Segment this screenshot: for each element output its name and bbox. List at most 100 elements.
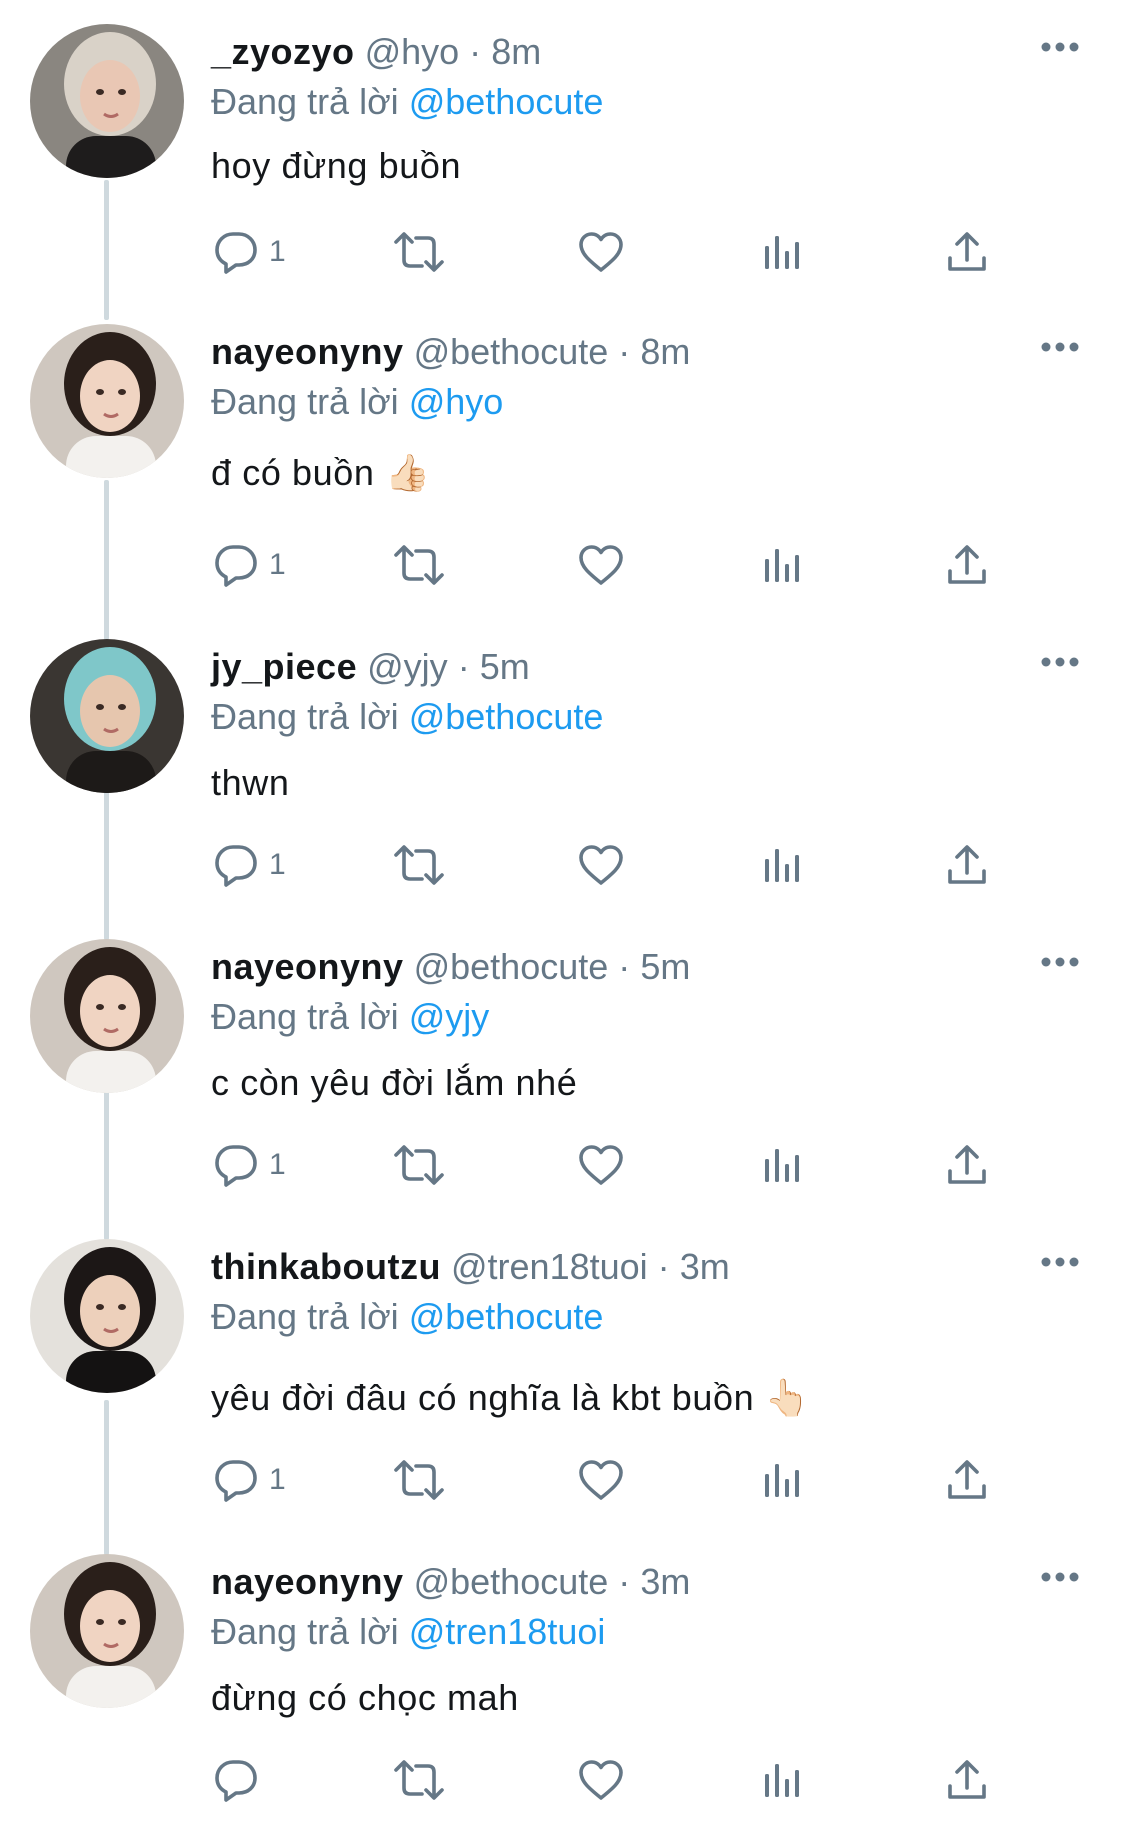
reply-bubble-icon — [213, 1142, 259, 1188]
retweet-icon — [393, 1458, 445, 1502]
more-horizontal-icon — [1040, 1570, 1080, 1584]
mention-link[interactable]: @hyo — [409, 381, 504, 422]
more-options-button[interactable] — [1040, 655, 1080, 675]
tweet-item[interactable]: nayeonyny @bethocute · 8m Đang trả lời @h… — [0, 300, 1125, 600]
like-button[interactable] — [578, 1135, 624, 1195]
avatar[interactable] — [30, 324, 184, 478]
views-button[interactable] — [763, 1750, 801, 1810]
avatar[interactable] — [30, 1554, 184, 1708]
reply-bubble-icon — [213, 229, 259, 275]
replying-to-line: Đang trả lời @tren18tuoi — [211, 1610, 605, 1654]
display-name[interactable]: _zyozyo — [211, 31, 355, 72]
retweet-button[interactable] — [393, 1750, 445, 1810]
avatar[interactable] — [30, 639, 184, 793]
reply-bubble-icon — [213, 542, 259, 588]
timestamp[interactable]: 3m — [680, 1246, 730, 1287]
timestamp[interactable]: 3m — [640, 1561, 690, 1602]
share-upload-icon — [945, 1458, 989, 1502]
reply-count: 1 — [269, 1148, 286, 1181]
tweet-item[interactable]: jy_piece @yjy · 5m Đang trả lời @bethocut… — [0, 615, 1125, 915]
timestamp[interactable]: 5m — [480, 646, 530, 687]
views-button[interactable] — [763, 1135, 801, 1195]
display-name[interactable]: jy_piece — [211, 646, 357, 687]
reply-button[interactable] — [213, 1750, 269, 1810]
tweet-header: jy_piece @yjy · 5m — [211, 645, 530, 689]
tweet-text: thwn — [211, 762, 290, 803]
separator-dot: · — [469, 31, 482, 72]
like-button[interactable] — [578, 1750, 624, 1810]
tweet-header: nayeonyny @bethocute · 3m — [211, 1560, 690, 1604]
mention-link[interactable]: @tren18tuoi — [409, 1611, 606, 1652]
avatar[interactable] — [30, 939, 184, 1093]
share-upload-icon — [945, 543, 989, 587]
replying-to-label: Đang trả lời — [211, 81, 399, 122]
like-button[interactable] — [578, 1450, 624, 1510]
avatar[interactable] — [30, 1239, 184, 1393]
views-button[interactable] — [763, 535, 801, 595]
replying-to-line: Đang trả lời @bethocute — [211, 695, 603, 739]
reply-button[interactable]: 1 — [213, 835, 286, 895]
more-options-button[interactable] — [1040, 1570, 1080, 1590]
like-button[interactable] — [578, 535, 624, 595]
tweet-text: yêu đời đâu có nghĩa là kbt buồn 👆🏻 — [211, 1377, 811, 1418]
tweet-item[interactable]: _zyozyo @hyo · 8m Đang trả lời @bethocute… — [0, 0, 1125, 300]
display-name[interactable]: nayeonyny — [211, 1561, 404, 1602]
replying-to-label: Đang trả lời — [211, 381, 399, 422]
reply-bubble-icon — [213, 842, 259, 888]
tweet-item[interactable]: nayeonyny @bethocute · 5m Đang trả lời @y… — [0, 915, 1125, 1215]
retweet-button[interactable] — [393, 835, 445, 895]
analytics-bars-icon — [763, 546, 801, 584]
reply-thread: _zyozyo @hyo · 8m Đang trả lời @bethocute… — [0, 0, 1125, 1827]
timestamp[interactable]: 8m — [491, 31, 541, 72]
reply-button[interactable]: 1 — [213, 1450, 286, 1510]
user-handle[interactable]: @tren18tuoi — [451, 1246, 648, 1287]
more-options-button[interactable] — [1040, 40, 1080, 60]
user-handle[interactable]: @bethocute — [414, 946, 609, 987]
retweet-button[interactable] — [393, 222, 445, 282]
retweet-button[interactable] — [393, 1135, 445, 1195]
replying-to-line: Đang trả lời @yjy — [211, 995, 489, 1039]
views-button[interactable] — [763, 835, 801, 895]
timestamp[interactable]: 8m — [640, 331, 690, 372]
share-button[interactable] — [945, 535, 989, 595]
retweet-button[interactable] — [393, 535, 445, 595]
display-name[interactable]: thinkaboutzu — [211, 1246, 441, 1287]
display-name[interactable]: nayeonyny — [211, 946, 404, 987]
timestamp[interactable]: 5m — [640, 946, 690, 987]
views-button[interactable] — [763, 222, 801, 282]
retweet-icon — [393, 843, 445, 887]
user-handle[interactable]: @hyo — [365, 31, 460, 72]
reply-button[interactable]: 1 — [213, 535, 286, 595]
mention-link[interactable]: @yjy — [409, 996, 490, 1037]
share-button[interactable] — [945, 1750, 989, 1810]
share-button[interactable] — [945, 1450, 989, 1510]
like-button[interactable] — [578, 835, 624, 895]
mention-link[interactable]: @bethocute — [409, 81, 604, 122]
mention-link[interactable]: @bethocute — [409, 1296, 604, 1337]
like-button[interactable] — [578, 222, 624, 282]
share-upload-icon — [945, 843, 989, 887]
views-button[interactable] — [763, 1450, 801, 1510]
tweet-text: c còn yêu đời lắm nhé — [211, 1062, 578, 1103]
reply-button[interactable]: 1 — [213, 222, 286, 282]
share-button[interactable] — [945, 1135, 989, 1195]
mention-link[interactable]: @bethocute — [409, 696, 604, 737]
share-button[interactable] — [945, 835, 989, 895]
reply-button[interactable]: 1 — [213, 1135, 286, 1195]
user-handle[interactable]: @bethocute — [414, 1561, 609, 1602]
display-name[interactable]: nayeonyny — [211, 331, 404, 372]
retweet-icon — [393, 230, 445, 274]
user-handle[interactable]: @bethocute — [414, 331, 609, 372]
tweet-text: đ có buồn 👍🏻 — [211, 452, 431, 493]
replying-to-line: Đang trả lời @hyo — [211, 380, 503, 424]
more-options-button[interactable] — [1040, 1255, 1080, 1275]
avatar[interactable] — [30, 24, 184, 178]
more-options-button[interactable] — [1040, 955, 1080, 975]
retweet-button[interactable] — [393, 1450, 445, 1510]
user-handle[interactable]: @yjy — [367, 646, 448, 687]
tweet-item[interactable]: thinkaboutzu @tren18tuoi · 3m Đang trả lờ… — [0, 1215, 1125, 1515]
tweet-item[interactable]: nayeonyny @bethocute · 3m Đang trả lời @t… — [0, 1530, 1125, 1830]
share-button[interactable] — [945, 222, 989, 282]
action-bar: 1 — [0, 535, 1125, 595]
more-options-button[interactable] — [1040, 340, 1080, 360]
